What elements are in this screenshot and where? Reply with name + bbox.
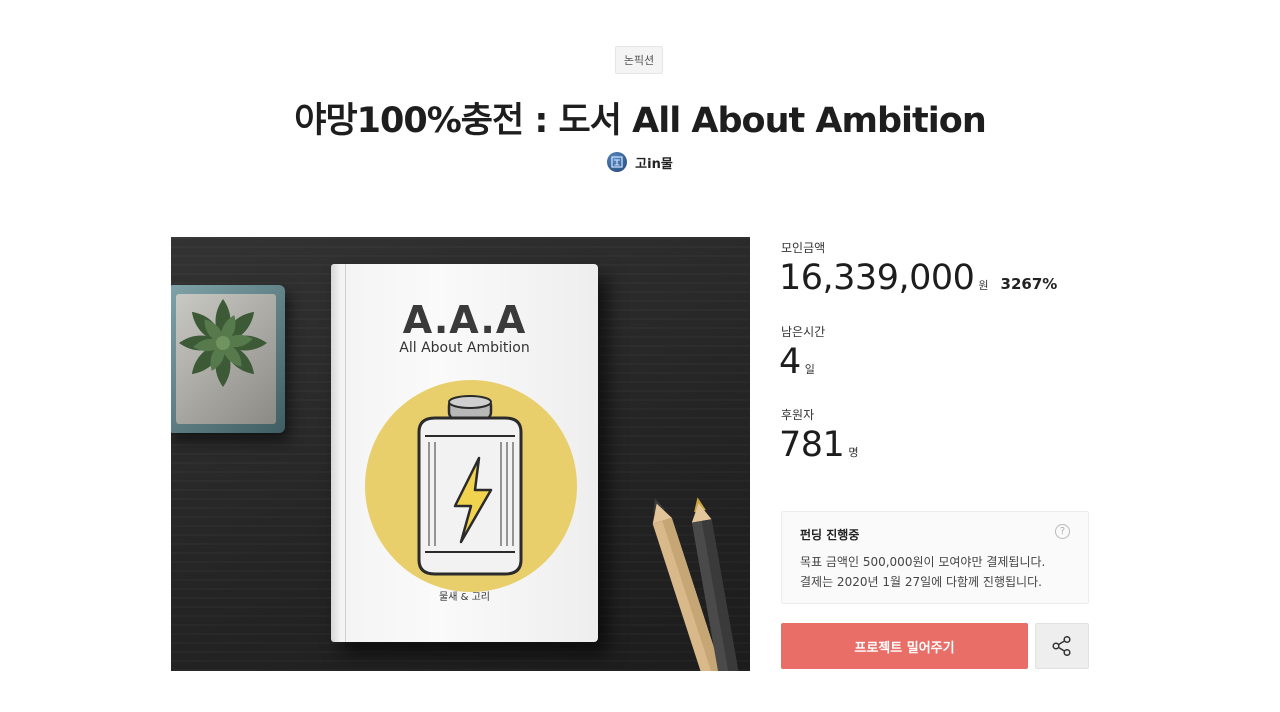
project-main-image: A.A.A All About Ambition 물새 & 고리 bbox=[171, 237, 750, 671]
planter-decoration bbox=[171, 285, 285, 433]
raised-amount: 16,339,000 원 3267% bbox=[779, 258, 1057, 298]
backers-value: 781 bbox=[779, 425, 845, 465]
book-title: A.A.A bbox=[402, 298, 527, 342]
creator-info[interactable]: 고in물 bbox=[0, 152, 1280, 172]
time-left-unit: 일 bbox=[804, 363, 815, 376]
book-subtitle: All About Ambition bbox=[399, 340, 530, 356]
raised-amount-value: 16,339,000 bbox=[779, 258, 975, 298]
funding-goal-text: 목표 금액인 500,000원이 모여야만 결제됩니다. bbox=[800, 555, 1046, 569]
battery-icon bbox=[417, 395, 523, 576]
share-button[interactable] bbox=[1035, 623, 1089, 669]
succulent-icon bbox=[179, 299, 267, 387]
pencils-icon bbox=[652, 497, 742, 671]
time-left-label: 남은시간 bbox=[781, 325, 826, 339]
funding-status-title: 펀딩 진행중 bbox=[800, 528, 860, 542]
creator-name[interactable]: 고in물 bbox=[635, 153, 673, 172]
share-icon bbox=[1052, 635, 1071, 657]
raised-percent: 3267% bbox=[1000, 275, 1058, 293]
help-icon[interactable]: ? bbox=[1055, 524, 1070, 539]
category-tag[interactable]: 논픽션 bbox=[615, 46, 663, 74]
backers: 781 명 bbox=[779, 425, 858, 465]
funding-notice: 펀딩 진행중 ? 목표 금액인 500,000원이 모여야만 결제됩니다. 결제… bbox=[781, 511, 1089, 604]
support-project-button[interactable]: 프로젝트 밀어주기 bbox=[781, 623, 1028, 669]
backers-label: 후원자 bbox=[781, 408, 815, 422]
book-cover: A.A.A All About Ambition 물새 & 고리 bbox=[331, 264, 598, 642]
creator-avatar[interactable] bbox=[607, 152, 628, 172]
avatar-image-icon bbox=[611, 156, 623, 168]
backers-unit: 명 bbox=[848, 446, 859, 459]
book-authors: 물새 & 고리 bbox=[439, 592, 490, 603]
page-title: 야망100%충전 : 도서 All About Ambition bbox=[294, 101, 986, 141]
raised-amount-label: 모인금액 bbox=[781, 241, 826, 255]
payment-date-text: 결제는 2020년 1월 27일에 다함께 진행됩니다. bbox=[800, 575, 1042, 589]
time-left-value: 4 bbox=[779, 342, 801, 382]
time-left: 4 일 bbox=[779, 342, 815, 382]
raised-amount-unit: 원 bbox=[978, 279, 989, 292]
